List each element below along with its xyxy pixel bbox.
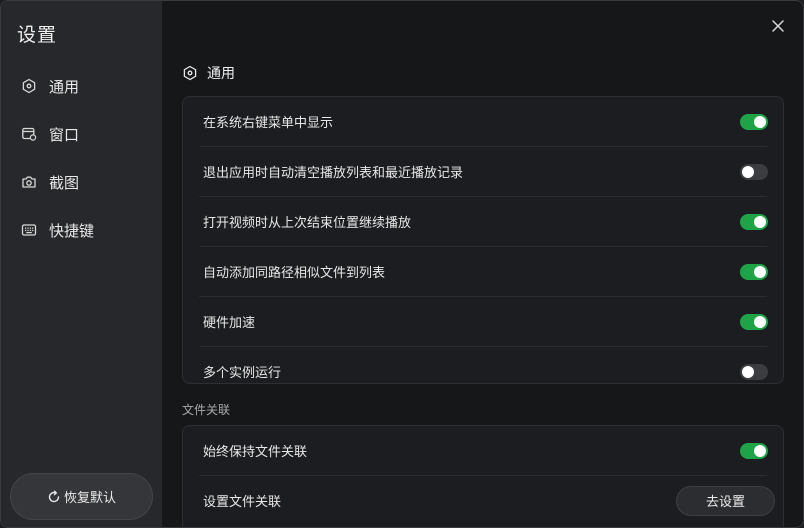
setting-label: 多个实例运行: [203, 366, 282, 381]
toggle-knob: [754, 215, 766, 228]
setting-row: 始终保持文件关联: [199, 426, 768, 476]
hexagon-icon: [182, 65, 198, 81]
settings-window: 设置 通用 窗口 截图 快捷键 恢复默认 通用 在系统右键菜单中显示 退出应用时…: [0, 0, 804, 528]
settings-content: 通用 在系统右键菜单中显示 退出应用时自动清空播放列表和最近播放记录 打开视频时…: [162, 1, 803, 527]
toggle-knob: [754, 315, 766, 328]
toggle-knob: [742, 165, 754, 178]
setting-label: 自动添加同路径相似文件到列表: [203, 266, 386, 281]
setting-label: 设置文件关联: [203, 495, 282, 510]
toggle-context-menu[interactable]: [740, 113, 768, 130]
sidebar-title: 设置: [17, 24, 58, 46]
sidebar-item-screenshot[interactable]: 截图: [21, 167, 151, 197]
sidebar-item-shortcuts[interactable]: 快捷键: [21, 215, 151, 245]
setting-row: 退出应用时自动清空播放列表和最近播放记录: [199, 147, 768, 197]
toggle-knob: [742, 365, 754, 378]
toggle-multi-instance[interactable]: [740, 363, 768, 380]
sidebar-item-label: 截图: [49, 173, 80, 192]
setting-label: 退出应用时自动清空播放列表和最近播放记录: [203, 166, 464, 181]
toggle-keep-file-association[interactable]: [740, 442, 768, 459]
reset-defaults-button[interactable]: 恢复默认: [10, 473, 153, 520]
toggle-knob: [754, 115, 766, 128]
toggle-auto-add-similar[interactable]: [740, 263, 768, 280]
setting-label: 始终保持文件关联: [203, 445, 308, 460]
reset-defaults-label: 恢复默认: [63, 491, 116, 506]
sidebar-item-label: 快捷键: [49, 221, 95, 240]
toggle-knob: [754, 265, 766, 278]
section-title: 通用: [207, 66, 235, 82]
sidebar-item-label: 窗口: [49, 125, 80, 144]
setting-row: 在系统右键菜单中显示: [199, 97, 768, 147]
sidebar: 设置 通用 窗口 截图 快捷键 恢复默认: [1, 1, 162, 527]
window-icon: [21, 126, 37, 142]
setting-row: 多个实例运行: [199, 347, 768, 396]
toggle-knob: [754, 444, 766, 457]
toggle-hardware-accel[interactable]: [740, 313, 768, 330]
toggle-resume-playback[interactable]: [740, 213, 768, 230]
setting-row: 打开视频时从上次结束位置继续播放: [199, 197, 768, 247]
sidebar-item-label: 通用: [49, 77, 80, 96]
refresh-icon: [47, 490, 61, 504]
setting-label: 硬件加速: [203, 316, 256, 331]
general-settings-card: 在系统右键菜单中显示 退出应用时自动清空播放列表和最近播放记录 打开视频时从上次…: [182, 96, 784, 384]
setting-label: 打开视频时从上次结束位置继续播放: [203, 216, 412, 231]
setting-row: 设置文件关联 去设置: [199, 476, 775, 525]
go-set-file-association-button[interactable]: 去设置: [676, 485, 775, 516]
section-heading-general: 通用: [182, 63, 235, 83]
sidebar-item-general[interactable]: 通用: [21, 71, 151, 101]
camera-icon: [21, 174, 37, 190]
group-label-file-association: 文件关联: [182, 403, 231, 417]
hexagon-icon: [21, 78, 37, 94]
keyboard-icon: [21, 222, 37, 238]
setting-label: 在系统右键菜单中显示: [203, 116, 334, 131]
setting-row: 硬件加速: [199, 297, 768, 347]
file-association-card: 始终保持文件关联 设置文件关联 去设置: [182, 425, 784, 527]
sidebar-item-window[interactable]: 窗口: [21, 119, 151, 149]
toggle-clear-on-exit[interactable]: [740, 163, 768, 180]
setting-row: 自动添加同路径相似文件到列表: [199, 247, 768, 297]
